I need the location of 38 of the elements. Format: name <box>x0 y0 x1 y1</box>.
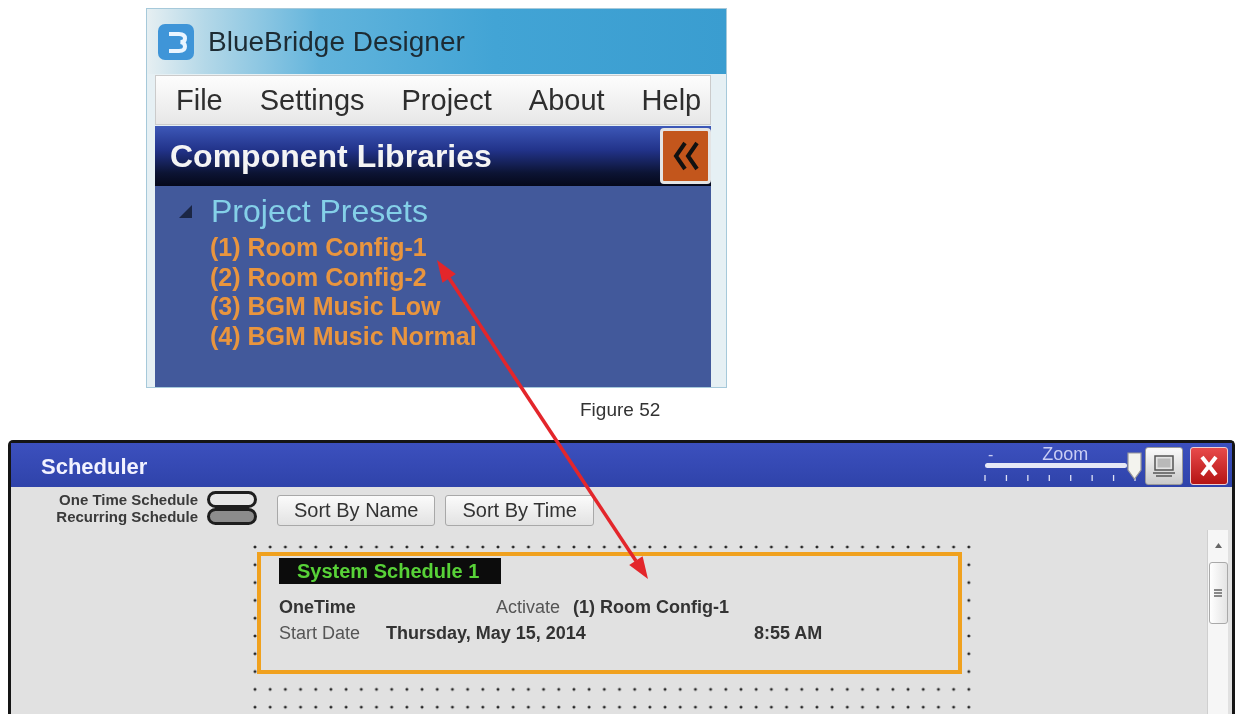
legend-label: Recurring Schedule <box>56 508 198 525</box>
expanded-triangle-icon[interactable] <box>178 204 193 218</box>
figure-caption: Figure 52 <box>580 399 661 421</box>
scroll-up-arrow-icon[interactable] <box>1214 543 1222 548</box>
start-date-label: Start Date <box>279 622 361 644</box>
schedule-type: OneTime <box>279 596 356 618</box>
collapse-button[interactable] <box>660 128 711 184</box>
menu-item[interactable]: File <box>176 83 223 117</box>
zoom-label: Zoom <box>1042 447 1089 462</box>
slider-ticks-icon <box>984 475 1136 481</box>
menu-item[interactable]: Settings <box>259 83 365 117</box>
schedule-card[interactable]: System Schedule 1 OneTime Activate (1) Room Config-1 Start Date Thursday, May 15, 2014 8:55 AM <box>257 552 962 674</box>
menu-item[interactable]: About <box>528 83 605 117</box>
menu-item[interactable]: Help <box>641 83 702 117</box>
close-button[interactable] <box>1190 447 1228 485</box>
zoom-min-label: - <box>988 447 994 462</box>
tree-group-label[interactable]: Project Presets <box>211 193 428 229</box>
legend-label: One Time Schedule <box>59 491 198 508</box>
restore-button[interactable] <box>1145 447 1183 485</box>
zoom-slider-thumb[interactable] <box>1127 452 1142 480</box>
activate-label: Activate <box>496 596 561 618</box>
sort-button[interactable]: Sort By Time <box>445 495 594 526</box>
menu-item[interactable]: Project <box>401 83 492 117</box>
start-time-value: 8:55 AM <box>754 622 823 644</box>
monitor-icon <box>1152 455 1176 477</box>
schedule-name: System Schedule 1 <box>279 558 502 584</box>
panel-title: Component Libraries <box>170 137 492 175</box>
start-date-value: Thursday, May 15, 2014 <box>386 622 586 644</box>
scrollbar[interactable] <box>1207 530 1228 714</box>
preset-value: (1) Room Config-1 <box>573 596 729 618</box>
scheduler-title: Scheduler <box>41 455 148 479</box>
app-logo-icon <box>158 23 194 60</box>
grip-lines-icon <box>1214 589 1222 597</box>
close-icon <box>1199 455 1219 477</box>
sort-button[interactable]: Sort By Name <box>277 495 436 526</box>
scrollbar-thumb[interactable] <box>1208 562 1228 624</box>
window-title: BlueBridge Designer <box>208 25 465 58</box>
double-chevron-left-icon <box>672 141 699 171</box>
